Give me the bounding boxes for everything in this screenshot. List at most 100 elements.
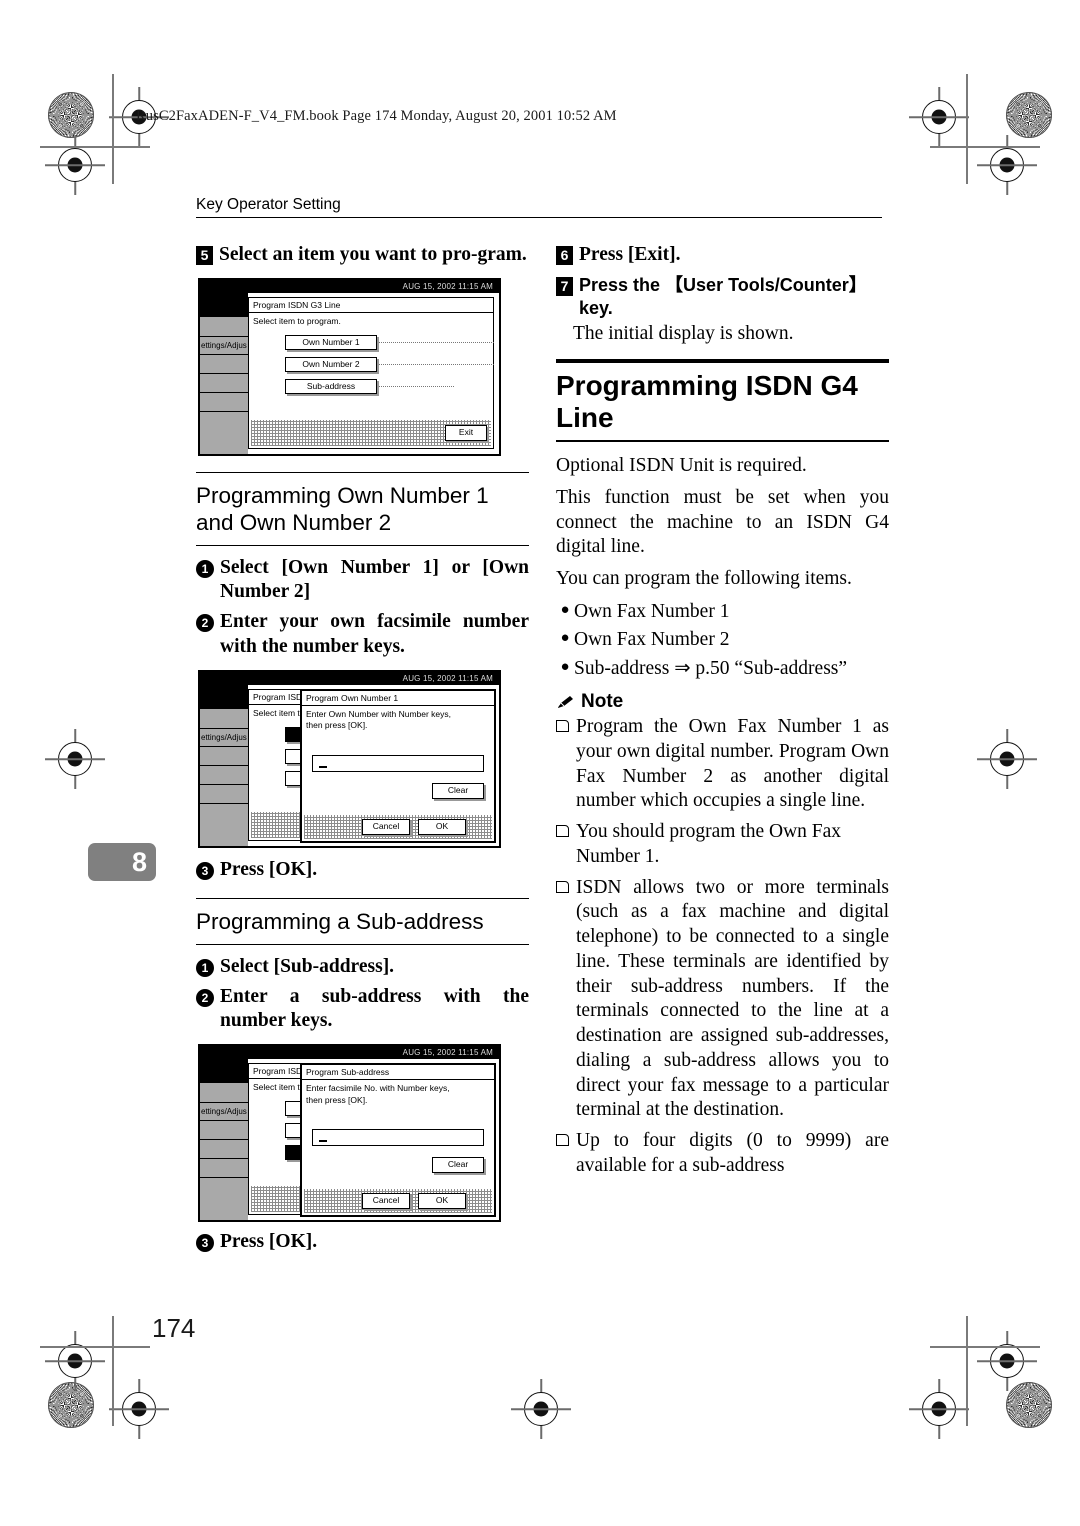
lcd3-sidebar-block-2 [200, 1083, 248, 1104]
lcd1-sidebar-block-6[interactable] [200, 392, 248, 412]
note-square-icon [556, 715, 576, 814]
lcd3-status-bar: AUG 15, 2002 11:15 AM [200, 1046, 499, 1060]
lcd2-status-bar: AUG 15, 2002 11:15 AM [200, 671, 499, 685]
lcd3-button-clear[interactable]: Clear [432, 1157, 484, 1174]
lcd1-main-window: Program ISDN G3 Line Select item to prog… [248, 296, 494, 449]
crop-line-top-left-h [40, 146, 150, 148]
lcd3-dialog-footer: Cancel OK [304, 1189, 492, 1214]
step-5-text: Select an item you want to pro-gram. [219, 244, 527, 265]
lcd1-button-own-number-2[interactable]: Own Number 2 [285, 356, 377, 372]
section-heading-own-number: Programming Own Number 1 and Own Number … [196, 471, 529, 546]
crop-line-bottom-left-h [40, 1346, 150, 1348]
paragraph-programmable-items: You can program the following items. [556, 568, 852, 590]
step-6: 6 Press [Exit]. [556, 243, 889, 268]
note-item: Up to four digits (0 to 9999) are availa… [556, 1129, 889, 1179]
lcd2-dialog-title: Program Own Number 1 [302, 691, 494, 706]
lcd3-sidebar: ettings/Adjus [200, 1059, 248, 1221]
substep-4-select-sub-address: 1 Select [Sub-address]. [196, 955, 529, 980]
registration-target-bottom-left-out [122, 1392, 156, 1426]
lcd3-button-ok[interactable]: OK [418, 1193, 466, 1210]
lcd1-button-own-number-1[interactable]: Own Number 1 [285, 334, 377, 350]
note-square-icon [556, 1129, 576, 1179]
substep-1-text: Select [Own Number 1] or [Own Number 2] [220, 556, 529, 603]
lcd2-button-cancel[interactable]: Cancel [362, 818, 410, 835]
note-heading: Note [556, 691, 889, 713]
registration-starburst-bottom-right [1006, 1382, 1052, 1428]
running-head: Key Operator Setting [196, 196, 882, 218]
lcd1-sidebar-block-2 [200, 316, 248, 337]
lcd2-button-clear[interactable]: Clear [432, 782, 484, 799]
lcd-screenshot-program-isdn-g3-line: AUG 15, 2002 11:15 AM ettings/Adjus Prog… [198, 277, 501, 456]
lcd1-sidebar-block-1 [200, 292, 248, 317]
lcd1-button-sub-address[interactable]: Sub-address [285, 378, 377, 394]
bullet-text-own-fax-number-1: Own Fax Number 1 [574, 600, 730, 622]
lcd1-window-subtitle: Select item to program. [253, 315, 341, 326]
lcd2-sidebar-block-5[interactable] [200, 765, 248, 785]
lcd2-sidebar-block-7[interactable] [200, 803, 248, 846]
substep-4-number: 1 [196, 958, 214, 977]
lcd1-sidebar-block-7[interactable] [200, 411, 248, 454]
lcd1-sidebar-block-4[interactable] [200, 354, 248, 374]
lcd2-number-entry-field[interactable] [312, 754, 484, 772]
lcd2-sidebar-item-settings-adjust[interactable]: ettings/Adjus [200, 728, 248, 747]
substep-4-text: Select [Sub-address]. [220, 955, 395, 977]
substep-5-text: Enter a sub-address with the number keys… [220, 985, 529, 1032]
lcd2-dialog-footer: Cancel OK [304, 814, 492, 839]
substep-6-press-ok: 3 Press [OK]. [196, 1230, 529, 1255]
lcd3-button-cancel[interactable]: Cancel [362, 1193, 410, 1210]
substep-5-enter-sub-address: 2 Enter a sub-address with the number ke… [196, 985, 529, 1035]
lcd3-sidebar-block-6[interactable] [200, 1159, 248, 1179]
lcd3-sidebar-block-5[interactable] [200, 1140, 248, 1160]
lcd2-button-ok[interactable]: OK [418, 818, 466, 835]
crop-line-bottom-right-v [966, 1316, 968, 1426]
substep-2-number: 2 [196, 614, 214, 633]
running-head-rule [196, 217, 882, 218]
lcd1-divider-2 [379, 363, 494, 366]
step-7: 7 Press the 【User Tools/Counter】 key. [556, 274, 889, 320]
running-head-text: Key Operator Setting [196, 196, 341, 213]
registration-target-top-right-inner [990, 148, 1024, 182]
lcd1-sidebar-block-5[interactable] [200, 373, 248, 393]
lcd-screenshot-program-own-number: AUG 15, 2002 11:15 AM ettings/Adjus Prog… [198, 669, 501, 848]
crop-line-bottom-left-v [112, 1316, 114, 1426]
registration-target-bottom-right-in [990, 1344, 1024, 1378]
substep-1-select-own-number: 1 Select [Own Number 1] or [Own Number 2… [196, 556, 529, 606]
pencil-icon [556, 695, 575, 710]
lcd2-dialog-message-line1: Enter Own Number with Number keys, [306, 708, 452, 719]
lcd2-sidebar-label: ettings/Adjus [201, 732, 247, 742]
file-header-line: RusC2FaxADEN-F_V4_FM.book Page 174 Monda… [136, 108, 617, 124]
bullet-icon: ● [560, 601, 570, 618]
note-square-icon [556, 876, 576, 1124]
lcd2-dialog-message: Enter Own Number with Number keys, then … [302, 706, 494, 732]
substep-1-number: 1 [196, 559, 214, 578]
step-6-number: 6 [556, 246, 573, 265]
note-item: ISDN allows two or more terminals (such … [556, 876, 889, 1124]
lcd3-number-entry-field[interactable] [312, 1129, 484, 1147]
lcd3-sidebar-item-settings-adjust[interactable]: ettings/Adjus [200, 1103, 248, 1122]
step-7-number: 7 [556, 276, 573, 296]
lcd2-sidebar-block-4[interactable] [200, 746, 248, 766]
substep-6-text: Press [OK]. [220, 1231, 318, 1253]
lcd3-dialog-message: Enter facsimile No. with Number keys, th… [302, 1080, 494, 1106]
lcd3-sidebar-block-4[interactable] [200, 1121, 248, 1141]
lcd1-window-title: Program ISDN G3 Line [249, 298, 493, 313]
crop-line-top-right-h [930, 146, 1040, 148]
substep-3-press-ok: 3 Press [OK]. [196, 858, 529, 883]
lcd1-button-exit[interactable]: Exit [445, 424, 487, 441]
lcd3-dialog-title: Program Sub-address [302, 1065, 494, 1081]
lcd1-sidebar-item-settings-adjust[interactable]: ettings/Adjus [200, 336, 248, 355]
lcd2-sidebar-block-6[interactable] [200, 784, 248, 804]
chapter-tab-number: 8 [131, 846, 147, 877]
registration-target-bottom-left-in [58, 1344, 92, 1378]
registration-target-mid-right [990, 742, 1024, 776]
note-text-1: Program the Own Fax Number 1 as your own… [576, 716, 889, 812]
lcd2-sidebar: ettings/Adjus [200, 684, 248, 846]
lcd1-divider-3 [379, 385, 454, 388]
registration-starburst-top-left [48, 92, 94, 138]
list-item: ● Own Fax Number 2 [556, 627, 889, 652]
bullet-text-own-fax-number-2: Own Fax Number 2 [574, 629, 730, 651]
chapter-heading-programming-isdn-g4-line: Programming ISDN G4 Line [556, 359, 889, 443]
lcd3-dialog-program-sub-address: Program Sub-address Enter facsimile No. … [300, 1063, 496, 1218]
list-item: ● Sub-address ⇒ p.50 “Sub-address” [556, 656, 889, 681]
lcd3-sidebar-block-7[interactable] [200, 1178, 248, 1221]
